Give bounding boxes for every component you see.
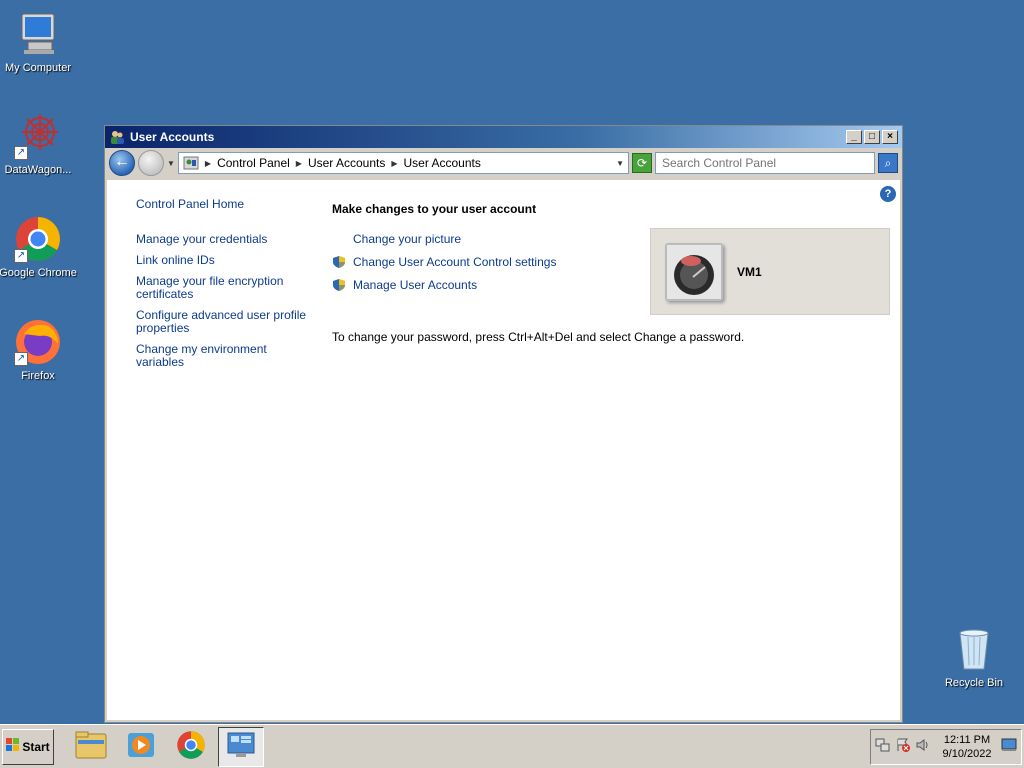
forward-button[interactable] (138, 150, 164, 176)
recycle-bin-icon (950, 625, 998, 673)
task-link-manage-credentials[interactable]: Manage your credentials (136, 233, 316, 246)
address-bar[interactable]: ▶ Control Panel ▶ User Accounts ▶ User A… (177, 152, 629, 174)
desktop-icon-label: Google Chrome (0, 267, 77, 279)
start-label: Start (22, 739, 50, 754)
task-link-encryption-certificates[interactable]: Manage your file encryption certificates (136, 275, 316, 301)
desktop-icon-firefox[interactable]: ↗ Firefox (0, 318, 78, 382)
search-button[interactable]: ⌕ (878, 153, 898, 173)
user-accounts-icon (109, 129, 125, 145)
windows-logo-icon (6, 738, 20, 755)
window-title: User Accounts (130, 130, 215, 144)
shortcut-arrow-icon: ↗ (14, 352, 28, 366)
control-panel-icon (226, 730, 256, 763)
shortcut-arrow-icon: ↗ (14, 146, 28, 160)
user-accounts-window: User Accounts _ □ × ← ▼ ▶ Control Panel … (104, 125, 903, 723)
shortcut-arrow-icon: ↗ (14, 249, 28, 263)
search-input[interactable] (655, 152, 875, 174)
user-name: VM1 (737, 264, 762, 279)
desktop-icon-label: Firefox (21, 370, 55, 382)
system-tray: 12:11 PM 9/10/2022 (870, 728, 1022, 765)
desktop-icon-recycle-bin[interactable]: Recycle Bin (934, 625, 1014, 689)
breadcrumb-control-panel[interactable]: Control Panel (217, 156, 290, 170)
desktop-icon-datawagon[interactable]: ↗ DataWagon... (0, 112, 78, 176)
uac-shield-icon (332, 278, 346, 292)
taskbar-explorer[interactable] (68, 727, 114, 767)
breadcrumb-chevron-icon[interactable]: ▶ (205, 159, 211, 168)
link-label[interactable]: Manage User Accounts (353, 278, 477, 292)
user-picture (665, 242, 723, 301)
close-button[interactable]: × (882, 130, 898, 144)
breadcrumb-chevron-icon[interactable]: ▶ (296, 159, 302, 168)
chrome-icon (176, 730, 206, 763)
uac-shield-icon (332, 255, 346, 269)
firefox-icon: ↗ (14, 318, 62, 366)
task-link-online-ids[interactable]: Link online IDs (136, 254, 316, 267)
link-label[interactable]: Change User Account Control settings (353, 255, 556, 269)
refresh-button[interactable]: ⟳ (632, 153, 652, 173)
start-button[interactable]: Start (2, 728, 54, 765)
control-panel-icon (183, 155, 199, 171)
task-link-environment-variables[interactable]: Change my environment variables (136, 343, 316, 369)
title-bar[interactable]: User Accounts _ □ × (105, 126, 902, 148)
desktop-icon-label: Recycle Bin (944, 677, 1004, 689)
page-heading: Make changes to your user account (332, 202, 537, 216)
taskbar: Start 12:11 PM 9/10/2022 (0, 724, 1024, 768)
clock-date: 9/10/2022 (942, 747, 992, 760)
datawagon-icon: ↗ (14, 112, 62, 160)
media-player-icon (126, 730, 156, 763)
breadcrumb-user-accounts[interactable]: User Accounts (308, 156, 385, 170)
action-center-flag-icon[interactable] (895, 737, 911, 756)
computer-icon (14, 10, 62, 58)
desktop-icon-label: DataWagon... (4, 164, 72, 176)
link-label[interactable]: Change your picture (353, 232, 461, 246)
taskbar-chrome[interactable] (168, 727, 214, 767)
show-desktop-icon[interactable] (1001, 738, 1017, 755)
volume-icon[interactable] (915, 737, 931, 756)
network-icon[interactable] (875, 737, 891, 756)
content-area: ? Control Panel Home Manage your credent… (107, 180, 900, 720)
breadcrumb-chevron-icon[interactable]: ▶ (391, 159, 397, 168)
user-account-tile: VM1 (650, 228, 890, 315)
back-button[interactable]: ← (109, 150, 135, 176)
minimize-button[interactable]: _ (846, 130, 862, 144)
folder-icon (75, 730, 107, 763)
history-dropdown-icon[interactable]: ▼ (167, 159, 175, 168)
maximize-button[interactable]: □ (864, 130, 880, 144)
taskbar-media-player[interactable] (118, 727, 164, 767)
clock[interactable]: 12:11 PM 9/10/2022 (937, 733, 997, 761)
chrome-icon: ↗ (14, 215, 62, 263)
clock-time: 12:11 PM (943, 733, 991, 746)
control-panel-home-link[interactable]: Control Panel Home (136, 198, 316, 211)
desktop-icon-my-computer[interactable]: My Computer (0, 10, 78, 74)
address-dropdown-icon[interactable]: ▼ (616, 159, 624, 168)
password-note: To change your password, press Ctrl+Alt+… (332, 330, 745, 344)
help-icon[interactable]: ? (880, 186, 896, 202)
taskbar-control-panel[interactable] (218, 726, 264, 767)
navigation-bar: ← ▼ ▶ Control Panel ▶ User Accounts ▶ Us… (105, 148, 902, 178)
desktop-icon-label: My Computer (4, 62, 72, 74)
breadcrumb-user-accounts-current[interactable]: User Accounts (403, 156, 480, 170)
task-pane: Control Panel Home Manage your credentia… (136, 198, 316, 377)
desktop-icon-google-chrome[interactable]: ↗ Google Chrome (0, 215, 78, 279)
task-link-advanced-profile[interactable]: Configure advanced user profile properti… (136, 309, 316, 335)
